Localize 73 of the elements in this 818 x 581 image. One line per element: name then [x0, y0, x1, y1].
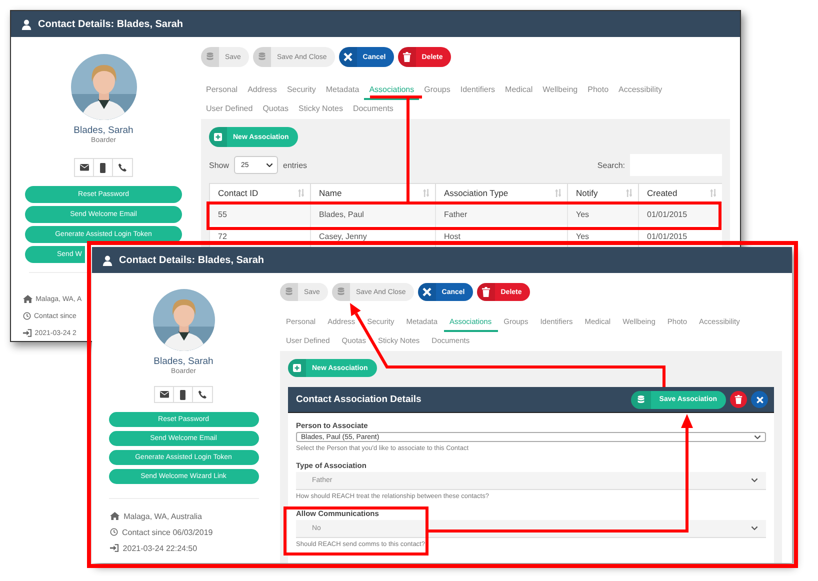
chevron-down-icon	[751, 478, 758, 483]
sort-icon	[422, 189, 429, 197]
tab[interactable]: Wellbeing	[538, 81, 583, 100]
envelope-icon	[160, 391, 168, 398]
clock-icon	[23, 312, 31, 320]
mobile-phone-icon	[180, 390, 186, 400]
clock-icon	[110, 528, 118, 536]
contact-name: Blades, Sarah	[74, 125, 134, 136]
user-icon	[102, 254, 113, 266]
column-header[interactable]: Notify	[567, 183, 638, 203]
tab[interactable]: Sticky Notes	[293, 100, 348, 119]
contact-name: Blades, Sarah	[154, 356, 214, 367]
close-button[interactable]	[751, 391, 768, 408]
chevron-down-icon	[754, 434, 761, 440]
tab[interactable]: Quotas	[258, 100, 294, 119]
home-icon	[110, 512, 120, 520]
entries-label: entries	[283, 160, 308, 170]
table-cell: Blades, Paul	[310, 203, 435, 225]
column-header[interactable]: Association Type	[435, 183, 567, 203]
tab[interactable]: Photo	[582, 81, 614, 100]
contact-detail: Malaga, WA, Australia	[124, 512, 202, 520]
trash-icon	[734, 395, 743, 404]
sort-icon	[626, 189, 632, 197]
sign-in-icon	[110, 544, 119, 552]
tab[interactable]: Security	[282, 81, 321, 100]
tab[interactable]: User Defined	[201, 100, 258, 119]
database-icon	[336, 287, 345, 297]
envelope-icon	[80, 164, 88, 171]
contact-detail: 2021-03-24 22:24:50	[122, 544, 198, 552]
tab[interactable]: Accessibility	[614, 81, 668, 100]
tab[interactable]: Documents	[348, 100, 398, 119]
trash-icon	[480, 287, 491, 297]
window-title: Contact Details: Blades, Sarah	[119, 254, 264, 266]
contact-detail: Contact since 06/03/2019	[122, 528, 213, 536]
search-label: Search:	[597, 160, 625, 170]
database-icon	[258, 52, 266, 62]
delete-button[interactable]	[730, 391, 747, 408]
table-cell: Father	[435, 203, 567, 225]
database-icon	[285, 287, 293, 297]
column-header[interactable]: Contact ID	[209, 183, 310, 203]
sort-icon	[710, 189, 716, 197]
plus-icon	[293, 364, 301, 372]
table-cell: 55	[209, 203, 310, 225]
window-title: Contact Details: Blades, Sarah	[38, 18, 184, 30]
sign-in-icon	[23, 329, 32, 337]
sort-icon	[298, 189, 304, 197]
home-icon	[23, 295, 33, 303]
column-header[interactable]: Name	[310, 183, 435, 203]
user-icon	[21, 18, 32, 30]
mobile-phone-icon	[100, 162, 106, 172]
tab[interactable]: Address	[242, 81, 282, 100]
close-icon	[342, 52, 353, 62]
plus-icon	[214, 133, 222, 141]
tab[interactable]: Groups	[419, 81, 456, 100]
tab[interactable]: Metadata	[320, 81, 364, 100]
panel-title: Contact Association Details	[296, 394, 422, 405]
tab[interactable]: Associations	[364, 81, 420, 100]
tab[interactable]: Identifiers	[455, 81, 500, 100]
tab[interactable]: Medical	[500, 81, 538, 100]
tab[interactable]: Personal	[201, 81, 243, 100]
sort-icon	[554, 189, 561, 197]
close-icon	[756, 396, 764, 404]
database-icon	[206, 52, 214, 62]
database-icon	[637, 394, 646, 404]
chevron-down-icon	[266, 162, 274, 168]
column-header[interactable]: Created	[638, 183, 722, 203]
chevron-down-icon	[751, 526, 758, 531]
phone-icon	[198, 390, 207, 399]
phone-icon	[118, 163, 127, 172]
show-label: Show	[209, 160, 230, 170]
table-cell: Yes	[567, 203, 638, 225]
close-icon	[422, 287, 432, 297]
trash-icon	[402, 52, 412, 62]
